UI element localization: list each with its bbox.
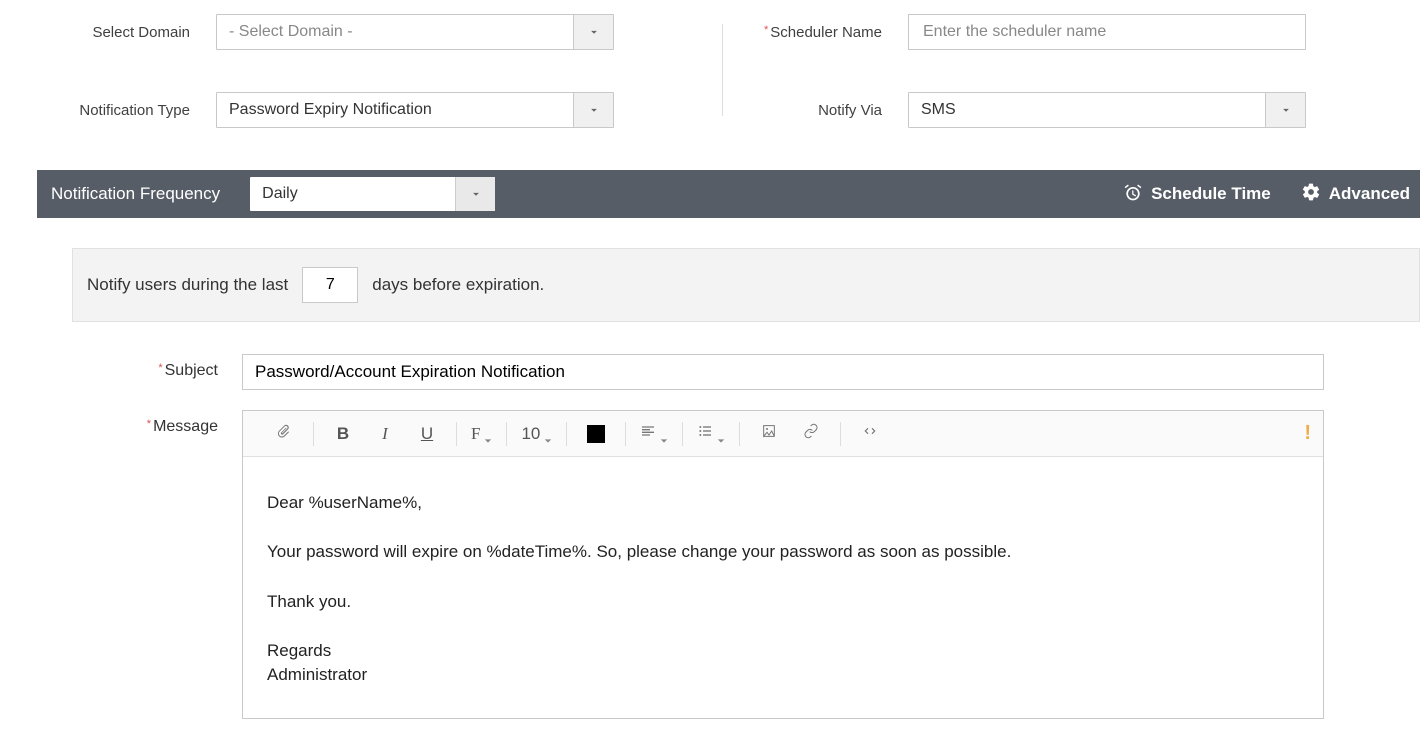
paperclip-icon [276, 423, 292, 444]
insert-image-button[interactable] [754, 419, 784, 449]
notify-via-value: SMS [909, 101, 1265, 119]
notification-type-value: Password Expiry Notification [217, 101, 573, 119]
schedule-time-button[interactable]: Schedule Time [1123, 182, 1271, 207]
list-dropdown[interactable] [697, 423, 725, 444]
align-dropdown[interactable] [640, 423, 668, 444]
list-icon [697, 423, 713, 444]
bold-button[interactable]: B [328, 419, 358, 449]
caret-down-icon [660, 430, 668, 438]
align-left-icon [640, 423, 656, 444]
editor-warning-icon[interactable]: ! [1304, 422, 1311, 445]
advanced-label: Advanced [1329, 184, 1410, 204]
message-body-input[interactable]: Dear %userName%, Your password will expi… [243, 457, 1323, 718]
caret-down-icon [484, 430, 492, 438]
notify-days-box: Notify users during the last days before… [72, 248, 1420, 322]
image-icon [761, 423, 777, 444]
color-swatch-icon [587, 425, 605, 443]
italic-button[interactable]: I [370, 419, 400, 449]
font-color-button[interactable] [581, 419, 611, 449]
caret-down-icon [717, 430, 725, 438]
notify-days-suffix: days before expiration. [372, 275, 544, 295]
chevron-down-icon [455, 177, 495, 211]
notify-days-input[interactable] [302, 267, 358, 303]
caret-down-icon [544, 430, 552, 438]
insert-link-button[interactable] [796, 419, 826, 449]
notification-type-label: Notification Type [38, 102, 216, 119]
editor-toolbar: B I U F 10 [243, 411, 1323, 457]
chevron-down-icon [1265, 93, 1305, 127]
scheduler-name-label: *Scheduler Name [730, 24, 908, 41]
link-icon [803, 423, 819, 444]
font-size-dropdown[interactable]: 10 [521, 424, 552, 444]
advanced-button[interactable]: Advanced [1301, 182, 1410, 207]
code-view-button[interactable] [855, 419, 885, 449]
gear-icon [1301, 182, 1321, 207]
notification-frequency-bar: Notification Frequency Daily Schedule Ti… [37, 170, 1420, 218]
code-icon [862, 423, 878, 444]
notification-frequency-dropdown[interactable]: Daily [250, 177, 495, 211]
subject-label: *Subject [72, 354, 242, 380]
message-editor: B I U F 10 [242, 410, 1324, 719]
underline-button[interactable]: U [412, 419, 442, 449]
select-domain-label: Select Domain [38, 24, 216, 41]
subject-input[interactable] [242, 354, 1324, 390]
attachment-button[interactable] [269, 419, 299, 449]
select-domain-dropdown[interactable]: - Select Domain - [216, 14, 614, 50]
chevron-down-icon [573, 15, 613, 49]
font-family-dropdown[interactable]: F [471, 424, 492, 444]
notify-days-prefix: Notify users during the last [87, 275, 288, 295]
scheduler-name-input[interactable] [908, 14, 1306, 50]
notification-frequency-label: Notification Frequency [51, 184, 220, 204]
font-size-value: 10 [521, 424, 540, 444]
select-domain-value: - Select Domain - [217, 23, 573, 41]
notification-frequency-value: Daily [250, 185, 455, 203]
chevron-down-icon [573, 93, 613, 127]
schedule-time-label: Schedule Time [1151, 184, 1271, 204]
notification-type-dropdown[interactable]: Password Expiry Notification [216, 92, 614, 128]
vertical-divider [722, 24, 723, 116]
alarm-clock-icon [1123, 182, 1143, 207]
notify-via-dropdown[interactable]: SMS [908, 92, 1306, 128]
notify-via-label: Notify Via [730, 102, 908, 119]
message-label: *Message [72, 410, 242, 436]
